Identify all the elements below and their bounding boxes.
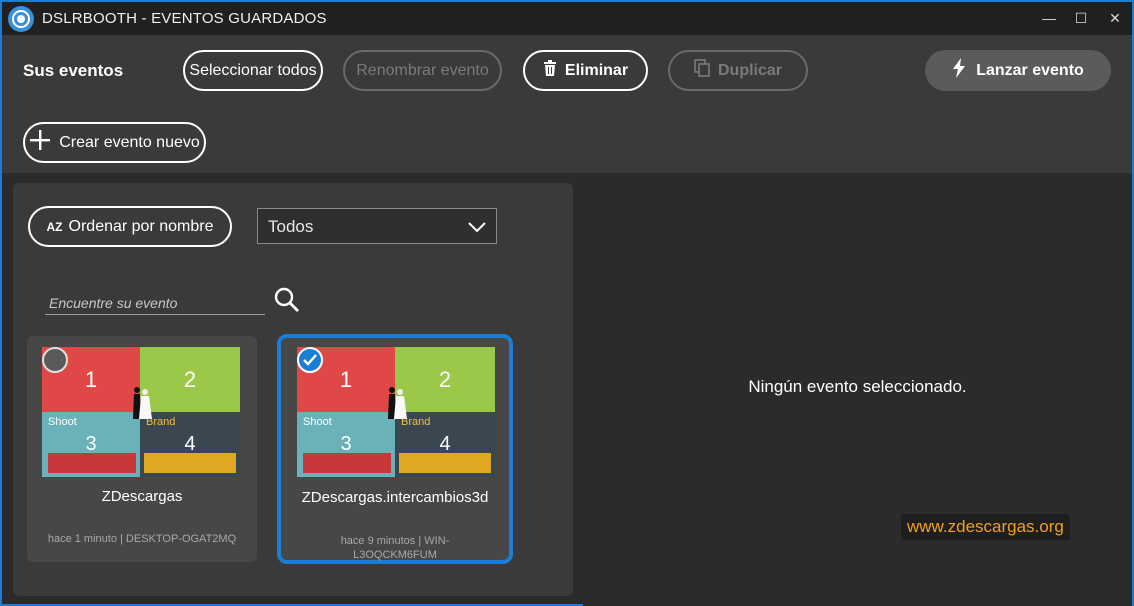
thumb-panel-3-label: Shoot (303, 416, 332, 428)
events-panel: AZ Ordenar por nombre Todos 1 2 Shoot 3 (13, 183, 573, 596)
thumb-note-right (144, 453, 236, 473)
event-card[interactable]: 1 2 Shoot 3 Brand 4 ZDescargas hace 1 mi… (27, 336, 257, 562)
thumb-note-left (48, 453, 136, 473)
duplicate-button[interactable]: Duplicar (668, 50, 808, 91)
event-name: ZDescargas (101, 488, 183, 505)
event-details-panel: Ningún evento seleccionado. www.zdescarg… (583, 173, 1132, 606)
create-event-label: Crear evento nuevo (59, 133, 200, 151)
thumb-panel-3: Shoot 3 (297, 412, 395, 477)
window-title: DSLRBOOTH - EVENTOS GUARDADOS (42, 10, 327, 27)
empty-state-message: Ningún evento seleccionado. (748, 377, 967, 396)
sort-label: Ordenar por nombre (68, 217, 214, 235)
minimize-button[interactable]: — (1038, 8, 1060, 28)
launch-event-label: Lanzar evento (976, 61, 1084, 79)
thumb-panel-2: 2 (140, 347, 240, 412)
trash-icon (543, 60, 557, 81)
page-title: Sus eventos (23, 61, 124, 80)
search-icon[interactable] (274, 287, 300, 318)
search-input[interactable] (45, 291, 265, 315)
create-event-button[interactable]: Crear evento nuevo (23, 122, 206, 163)
close-button[interactable]: ✕ (1104, 8, 1126, 28)
event-meta: hace 9 minutos | WIN-L3OQCKM6FUM (340, 535, 450, 561)
thumb-note-right (399, 453, 491, 473)
watermark: www.zdescargas.org (901, 514, 1070, 540)
thumb-panel-3-label: Shoot (48, 416, 77, 428)
select-all-label: Seleccionar todos (189, 61, 317, 79)
duplicate-label: Duplicar (717, 61, 782, 79)
event-card-selected[interactable]: 1 2 Shoot 3 Brand 4 ZDescargas.intercamb… (277, 334, 513, 564)
checkmark-icon (303, 354, 317, 366)
thumb-panel-4: Brand 4 (395, 412, 495, 477)
sort-az-icon: AZ (46, 219, 63, 234)
lightning-icon (952, 58, 966, 83)
event-thumbnail: 1 2 Shoot 3 Brand 4 (297, 347, 495, 477)
selection-checkbox[interactable] (42, 347, 68, 373)
thumb-panel-3: Shoot 3 (42, 412, 140, 477)
event-name: ZDescargas.intercambios3d (301, 489, 489, 506)
thumb-note-left (303, 453, 391, 473)
event-thumbnail: 1 2 Shoot 3 Brand 4 (42, 347, 240, 477)
app-window: DSLRBOOTH - EVENTOS GUARDADOS — ☐ ✕ Sus … (0, 0, 1134, 606)
sort-by-name-button[interactable]: AZ Ordenar por nombre (28, 206, 232, 247)
selection-checkbox-checked[interactable] (297, 347, 323, 373)
delete-button[interactable]: Eliminar (523, 50, 648, 91)
maximize-button[interactable]: ☐ (1070, 8, 1092, 28)
camera-logo-icon (8, 6, 34, 32)
select-all-button[interactable]: Seleccionar todos (183, 50, 323, 91)
rename-event-label: Renombrar evento (356, 61, 489, 79)
delete-label: Eliminar (564, 61, 629, 79)
couple-icon (388, 387, 407, 419)
couple-icon (133, 387, 152, 419)
title-bar: DSLRBOOTH - EVENTOS GUARDADOS — ☐ ✕ (2, 2, 1132, 35)
copy-icon (694, 59, 710, 82)
chevron-down-icon (468, 218, 486, 238)
launch-event-button[interactable]: Lanzar evento (925, 50, 1111, 91)
event-meta: hace 1 minuto | DESKTOP-OGAT2MQ (47, 533, 237, 545)
filter-dropdown[interactable]: Todos (257, 208, 497, 244)
thumb-panel-4: Brand 4 (140, 412, 240, 477)
toolbar: Sus eventos Seleccionar todos Renombrar … (2, 35, 1132, 173)
thumb-panel-2: 2 (395, 347, 495, 412)
plus-icon (29, 129, 51, 156)
filter-selected-value: Todos (268, 217, 314, 236)
rename-event-button[interactable]: Renombrar evento (343, 50, 502, 91)
